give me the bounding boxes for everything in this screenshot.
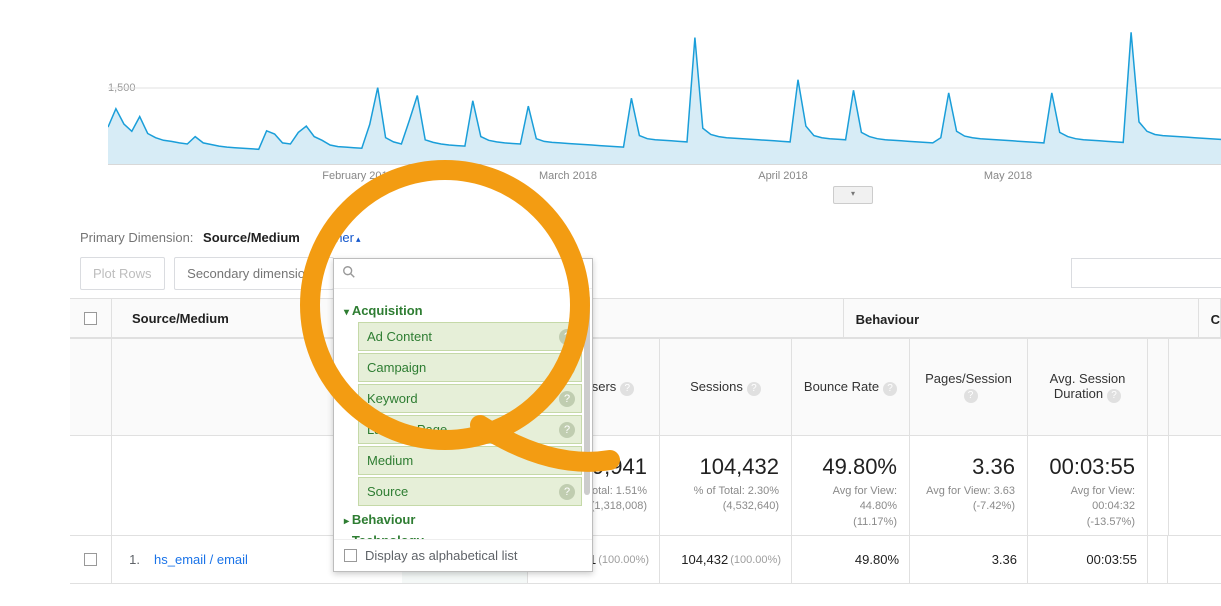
help-icon[interactable]: ? bbox=[559, 391, 575, 407]
col-avg-session-duration[interactable]: Avg. Session Duration? bbox=[1028, 339, 1148, 435]
other-dimension-link[interactable]: Other▴ bbox=[321, 230, 360, 245]
category-acquisition[interactable]: Acquisition bbox=[344, 303, 582, 318]
x-axis-labels: February 2018 March 2018 April 2018 May … bbox=[108, 170, 1221, 188]
table-search-input[interactable] bbox=[1071, 258, 1221, 288]
dimension-dropdown: Acquisition Ad Content? Campaign? Keywor… bbox=[333, 258, 593, 572]
help-icon[interactable]: ? bbox=[964, 389, 978, 403]
help-icon[interactable]: ? bbox=[559, 422, 575, 438]
plot-rows-button[interactable]: Plot Rows bbox=[80, 257, 165, 290]
cell-bounce-rate: 49.80% bbox=[792, 536, 910, 583]
dim-medium[interactable]: Medium? bbox=[358, 446, 582, 475]
select-all-checkbox[interactable] bbox=[84, 312, 97, 325]
col-bounce-rate[interactable]: Bounce Rate? bbox=[792, 339, 910, 435]
primary-dimension-value[interactable]: Source/Medium bbox=[203, 230, 300, 245]
dim-keyword[interactable]: Keyword? bbox=[358, 384, 582, 413]
cell-sessions: 104,432(100.00%) bbox=[660, 536, 792, 583]
dim-source[interactable]: Source? bbox=[358, 477, 582, 506]
help-icon[interactable]: ? bbox=[883, 382, 897, 396]
dimension-search-input[interactable] bbox=[362, 266, 584, 281]
section-behaviour: Behaviour bbox=[844, 299, 1199, 337]
help-icon[interactable]: ? bbox=[1107, 389, 1121, 403]
dim-campaign[interactable]: Campaign? bbox=[358, 353, 582, 382]
sessions-chart: 1,500 February 2018 March 2018 April 201… bbox=[70, 0, 1221, 195]
col-pages-session[interactable]: Pages/Session? bbox=[910, 339, 1028, 435]
col-sessions[interactable]: Sessions? bbox=[660, 339, 792, 435]
total-avg-duration: 00:03:55 Avg for View:00:04:32(-13.57%) bbox=[1028, 436, 1148, 535]
cell-avg-duration: 00:03:55 bbox=[1028, 536, 1148, 583]
sparkline bbox=[108, 0, 1221, 175]
help-icon[interactable]: ? bbox=[559, 360, 575, 376]
dim-landing-page[interactable]: Landing Page? bbox=[358, 415, 582, 444]
category-technology[interactable]: Technology bbox=[344, 533, 582, 539]
help-icon[interactable]: ? bbox=[559, 484, 575, 500]
cell-pages-session: 3.36 bbox=[910, 536, 1028, 583]
category-behaviour[interactable]: Behaviour bbox=[344, 512, 582, 527]
table-row[interactable]: 1. hs_email / email 19,941(100.00%) 19,9… bbox=[70, 536, 1221, 584]
row-checkbox[interactable] bbox=[84, 553, 97, 566]
total-sessions: 104,432 % of Total: 2.30%(4,532,640) bbox=[660, 436, 792, 535]
timeline-dropdown-icon[interactable]: ▾ bbox=[833, 186, 873, 204]
total-pages-session: 3.36 Avg for View: 3.63(-7.42%) bbox=[910, 436, 1028, 535]
total-bounce-rate: 49.80% Avg for View:44.80%(11.17%) bbox=[792, 436, 910, 535]
row-index: 1. bbox=[112, 552, 148, 567]
help-icon[interactable]: ? bbox=[747, 382, 761, 396]
dim-ad-content[interactable]: Ad Content? bbox=[358, 322, 582, 351]
checkbox-icon[interactable] bbox=[344, 549, 357, 562]
dropdown-scrollbar[interactable] bbox=[584, 295, 590, 495]
help-icon[interactable]: ? bbox=[559, 329, 575, 345]
secondary-dimension-button[interactable]: Secondary dimension▾ bbox=[174, 257, 334, 290]
search-icon bbox=[342, 265, 356, 282]
alphabetical-toggle[interactable]: Display as alphabetical list bbox=[334, 539, 592, 571]
section-conversions: C bbox=[1199, 299, 1221, 337]
help-icon[interactable]: ? bbox=[559, 453, 575, 469]
help-icon[interactable]: ? bbox=[620, 382, 634, 396]
primary-dimension-label: Primary Dimension: bbox=[80, 230, 193, 245]
